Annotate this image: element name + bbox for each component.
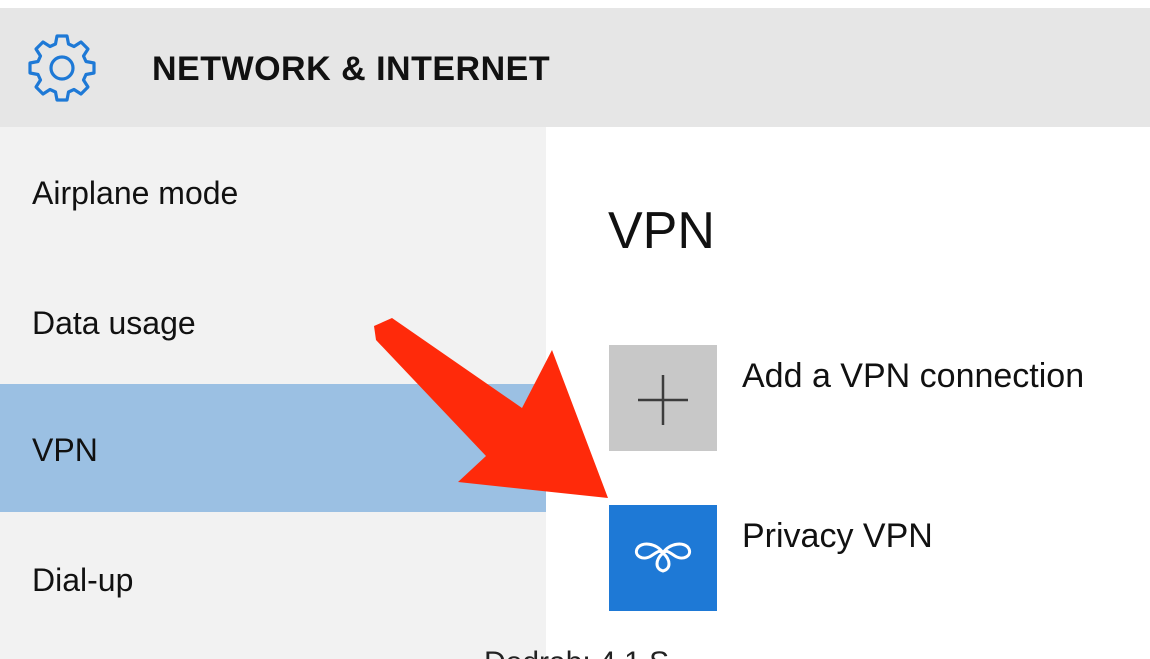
header-bar: NETWORK & INTERNET: [0, 8, 1150, 127]
sidebar-item-dial-up[interactable]: Dial-up: [0, 512, 546, 640]
settings-window: NETWORK & INTERNET Airplane mode Data us…: [0, 0, 1150, 659]
page-header-title: NETWORK & INTERNET: [152, 50, 551, 88]
sidebar-item-label: Dial-up: [32, 562, 134, 598]
add-vpn-connection-label[interactable]: Add a VPN connection: [742, 357, 1084, 396]
plus-icon: [638, 375, 688, 425]
sidebar: Airplane mode Data usage VPN Dial-up: [0, 127, 546, 659]
add-vpn-connection-button[interactable]: [609, 345, 717, 451]
privacy-vpn-tile[interactable]: [609, 505, 717, 611]
page-title: VPN: [608, 202, 715, 260]
sidebar-item-label: Data usage: [32, 305, 196, 341]
privacy-vpn-logo-icon: [634, 542, 692, 573]
sidebar-item-label: Airplane mode: [32, 175, 239, 211]
main-content: VPN Add a VPN connection Privacy VPN: [546, 127, 1150, 659]
sidebar-item-vpn[interactable]: VPN: [0, 384, 546, 512]
sidebar-item-airplane-mode[interactable]: Airplane mode: [0, 127, 546, 255]
footer-text: Dodrab: 4 1 S: [484, 646, 669, 659]
gear-icon: [26, 30, 98, 102]
sidebar-item-label: VPN: [32, 432, 98, 468]
sidebar-item-data-usage[interactable]: Data usage: [0, 255, 546, 383]
privacy-vpn-label[interactable]: Privacy VPN: [742, 517, 933, 556]
